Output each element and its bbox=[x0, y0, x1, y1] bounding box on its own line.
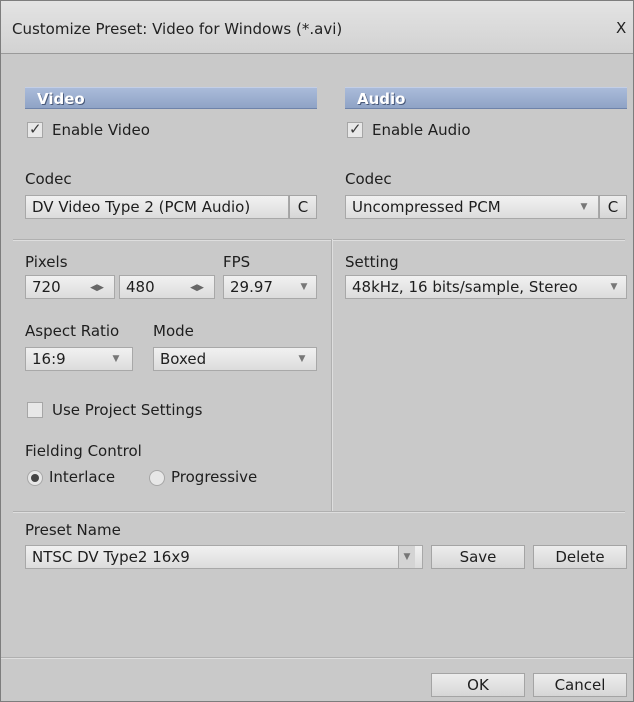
divider bbox=[331, 239, 333, 511]
fps-value: 29.97 bbox=[230, 278, 273, 296]
fps-label: FPS bbox=[223, 253, 251, 271]
chevron-down-icon: ▼ bbox=[112, 354, 120, 364]
video-codec-label: Codec bbox=[25, 170, 72, 188]
aspect-ratio-label: Aspect Ratio bbox=[25, 322, 120, 340]
progressive-radio[interactable] bbox=[149, 470, 165, 486]
checkmark-icon: ✓ bbox=[29, 120, 42, 138]
pixel-width-stepper[interactable]: 720 ◀▶ bbox=[25, 275, 115, 299]
chevron-down-icon: ▼ bbox=[580, 202, 588, 212]
delete-preset-button[interactable]: Delete bbox=[533, 545, 627, 569]
video-codec-value: DV Video Type 2 (PCM Audio) bbox=[32, 198, 251, 216]
pixel-width-value: 720 bbox=[32, 278, 61, 296]
audio-setting-dropdown[interactable]: 48kHz, 16 bits/sample, Stereo ▼ bbox=[345, 275, 627, 299]
video-section-header: Video bbox=[25, 87, 317, 109]
divider bbox=[13, 239, 625, 241]
dialog-title: Customize Preset: Video for Windows (*.a… bbox=[12, 20, 343, 38]
aspect-ratio-dropdown[interactable]: 16:9 ▼ bbox=[25, 347, 133, 371]
interlace-radio[interactable] bbox=[27, 470, 43, 486]
audio-setting-value: 48kHz, 16 bits/sample, Stereo bbox=[352, 278, 578, 296]
fielding-control-label: Fielding Control bbox=[25, 442, 142, 460]
stepper-arrows-icon[interactable]: ◀▶ bbox=[86, 276, 108, 298]
preset-name-combo[interactable]: NTSC DV Type2 16x9 ▼ bbox=[25, 545, 423, 569]
enable-video-label: Enable Video bbox=[52, 121, 150, 139]
mode-label: Mode bbox=[153, 322, 194, 340]
footer-divider bbox=[1, 657, 633, 659]
save-preset-button[interactable]: Save bbox=[431, 545, 525, 569]
fps-dropdown[interactable]: 29.97 ▼ bbox=[223, 275, 317, 299]
pixel-height-value: 480 bbox=[126, 278, 155, 296]
audio-setting-label: Setting bbox=[345, 253, 399, 271]
pixel-height-stepper[interactable]: 480 ◀▶ bbox=[119, 275, 215, 299]
preset-name-value: NTSC DV Type2 16x9 bbox=[32, 548, 190, 566]
ok-button[interactable]: OK bbox=[431, 673, 525, 697]
chevron-down-icon: ▼ bbox=[610, 282, 618, 292]
audio-section-header: Audio bbox=[345, 87, 627, 109]
chevron-down-icon[interactable]: ▼ bbox=[398, 546, 415, 568]
preset-name-label: Preset Name bbox=[25, 521, 121, 539]
video-codec-dropdown[interactable]: DV Video Type 2 (PCM Audio) bbox=[25, 195, 289, 219]
audio-codec-value: Uncompressed PCM bbox=[352, 198, 501, 216]
chevron-down-icon: ▼ bbox=[300, 282, 308, 292]
mode-dropdown[interactable]: Boxed ▼ bbox=[153, 347, 317, 371]
audio-codec-config-button[interactable]: C bbox=[599, 195, 627, 219]
interlace-label: Interlace bbox=[49, 468, 116, 486]
enable-audio-label: Enable Audio bbox=[372, 121, 471, 139]
audio-codec-dropdown[interactable]: Uncompressed PCM ▼ bbox=[345, 195, 599, 219]
divider bbox=[13, 511, 625, 513]
radio-selected-dot bbox=[31, 474, 39, 482]
stepper-arrows-icon[interactable]: ◀▶ bbox=[186, 276, 208, 298]
audio-codec-label: Codec bbox=[345, 170, 392, 188]
customize-preset-dialog: Customize Preset: Video for Windows (*.a… bbox=[0, 0, 634, 702]
use-project-settings-checkbox[interactable] bbox=[27, 402, 43, 418]
title-bar: Customize Preset: Video for Windows (*.a… bbox=[1, 1, 633, 54]
aspect-ratio-value: 16:9 bbox=[32, 350, 66, 368]
checkmark-icon: ✓ bbox=[349, 120, 362, 138]
pixels-label: Pixels bbox=[25, 253, 68, 271]
use-project-settings-label: Use Project Settings bbox=[52, 401, 203, 419]
progressive-label: Progressive bbox=[171, 468, 258, 486]
enable-audio-checkbox[interactable]: ✓ bbox=[347, 120, 363, 138]
chevron-down-icon: ▼ bbox=[298, 354, 306, 364]
enable-video-checkbox[interactable]: ✓ bbox=[27, 120, 43, 138]
close-button[interactable]: X bbox=[616, 19, 630, 37]
cancel-button[interactable]: Cancel bbox=[533, 673, 627, 697]
video-codec-config-button[interactable]: C bbox=[289, 195, 317, 219]
mode-value: Boxed bbox=[160, 350, 207, 368]
